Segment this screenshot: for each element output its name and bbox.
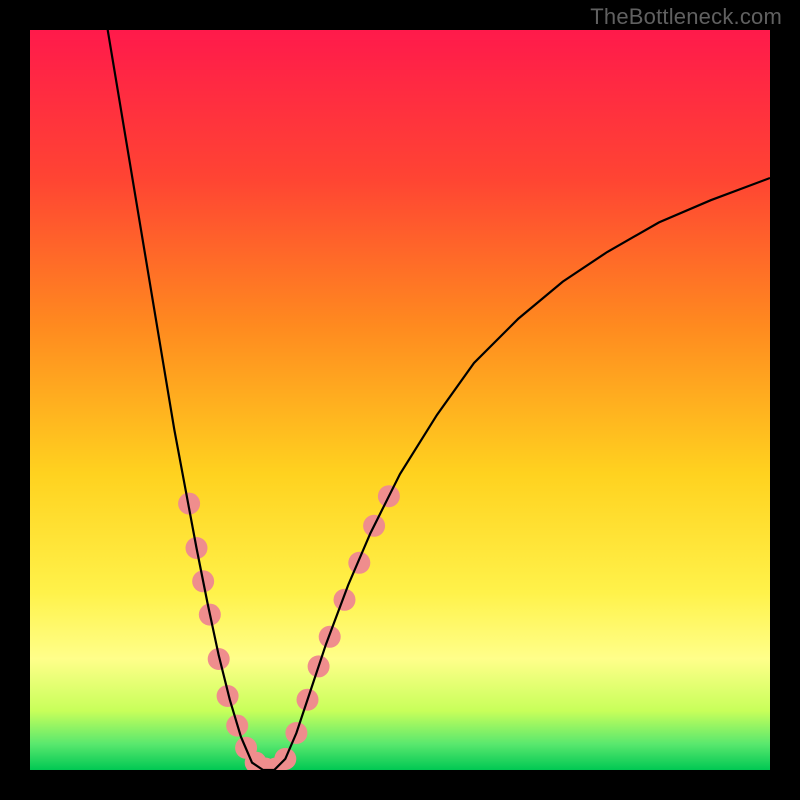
plot-background	[30, 30, 770, 770]
bottleneck-chart	[0, 0, 800, 800]
chart-frame: TheBottleneck.com	[0, 0, 800, 800]
curve-marker	[348, 552, 370, 574]
watermark-text: TheBottleneck.com	[590, 4, 782, 30]
